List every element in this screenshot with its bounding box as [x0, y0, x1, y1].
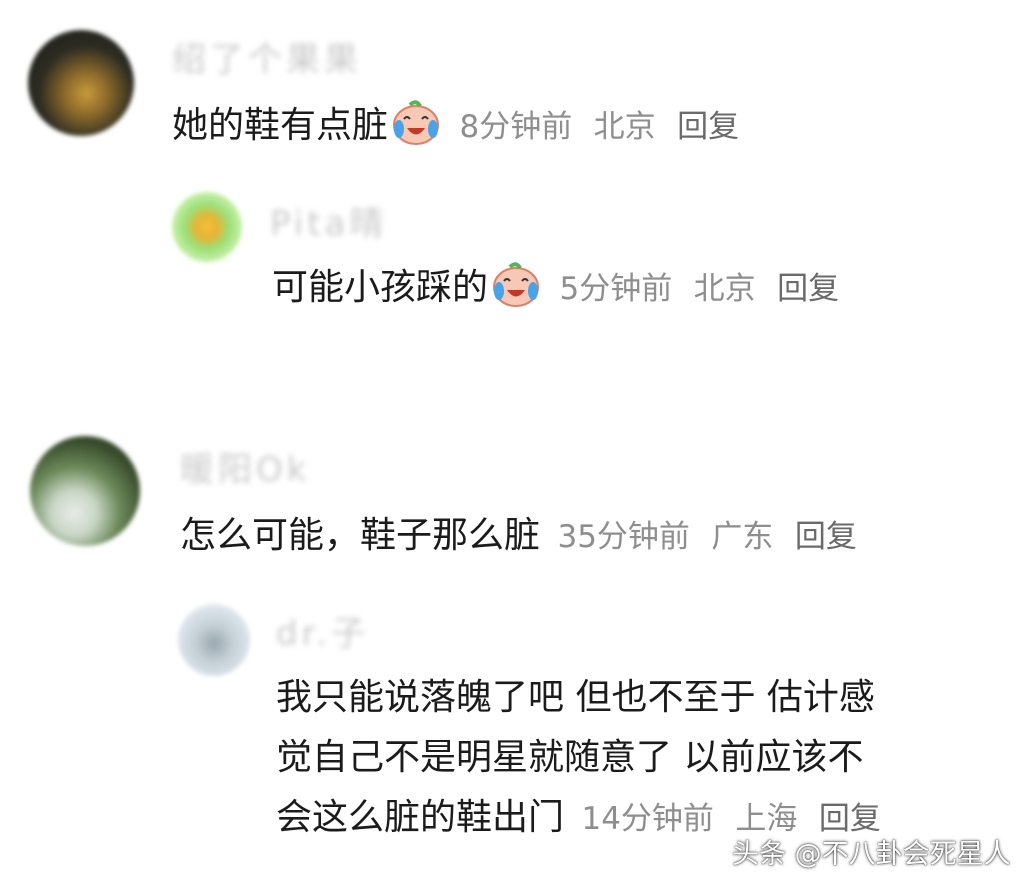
timestamp: 5分钟前: [559, 271, 673, 307]
location: 北京: [593, 109, 656, 145]
avatar[interactable]: [30, 436, 140, 546]
reply-button[interactable]: 回复: [795, 519, 857, 555]
crying-laughing-icon: [390, 99, 442, 166]
comment-content: 可能小孩踩的: [272, 267, 489, 308]
username[interactable]: dr.子: [276, 606, 369, 655]
avatar[interactable]: [28, 30, 134, 136]
timestamp: 8分钟前: [459, 109, 573, 145]
comment-text: 可能小孩踩的 5分钟前 北京 回复: [272, 258, 839, 328]
comment-text: 她的鞋有点脏 8分钟前 北京 回复: [172, 96, 739, 166]
comment-line: 觉自己不是明星就随意了 以前应该不: [276, 737, 864, 778]
reply-button[interactable]: 回复: [777, 271, 839, 307]
crying-laughing-icon: [490, 261, 542, 328]
location: 北京: [693, 271, 756, 307]
username[interactable]: 暖阳Ok: [180, 442, 310, 491]
avatar[interactable]: [172, 192, 242, 262]
watermark: 头条 @不八卦会死星人: [732, 839, 1011, 870]
comment-line: 我只能说落魄了吧 但也不至于 估计感: [276, 677, 875, 718]
comment-text: 我只能说落魄了吧 但也不至于 估计感 觉自己不是明星就随意了 以前应该不 会这么…: [276, 668, 881, 849]
comment-content: 怎么可能，鞋子那么脏: [180, 515, 541, 556]
reply-button[interactable]: 回复: [677, 109, 739, 145]
username[interactable]: 绍了个果果: [172, 32, 362, 81]
timestamp: 14分钟前: [581, 801, 714, 837]
location: 广东: [711, 519, 774, 555]
username[interactable]: Pita晴: [270, 196, 387, 245]
timestamp: 35分钟前: [557, 519, 690, 555]
avatar[interactable]: [178, 604, 250, 676]
comment-text: 怎么可能，鞋子那么脏 35分钟前 广东 回复: [180, 506, 857, 567]
comment-line: 会这么脏的鞋出门: [276, 797, 565, 838]
comment-content: 她的鞋有点脏: [172, 105, 389, 146]
